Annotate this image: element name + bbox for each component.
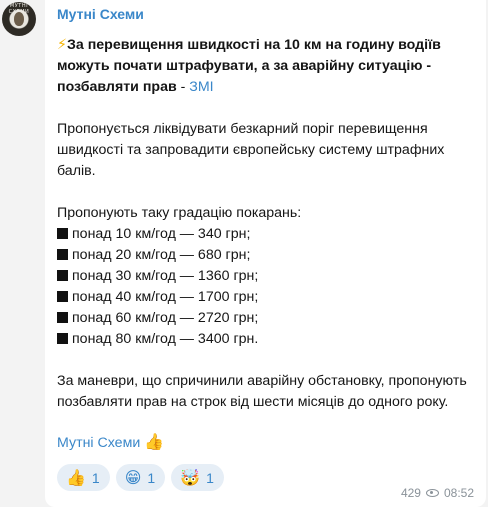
reaction-exploding-head[interactable]: 🤯 1 (171, 464, 224, 491)
thumbs-up-icon: 👍 (66, 468, 86, 487)
reaction-count: 1 (147, 469, 156, 486)
signature: Мутні Схеми 👍 (57, 431, 474, 454)
signature-link[interactable]: Мутні Схеми (57, 435, 140, 451)
black-square-icon (57, 333, 68, 344)
black-square-icon (57, 270, 68, 281)
grinning-face-icon: 😁 (124, 468, 142, 487)
list-item: понад 40 км/год — 1700 грн; (57, 287, 474, 308)
message-meta: 429 08:52 (401, 486, 474, 500)
thumbs-up-icon: 👍 (144, 432, 165, 451)
reaction-count: 1 (206, 469, 214, 486)
message-bubble: Мутні Схеми ⚡За перевищення швидкості на… (45, 0, 486, 507)
reaction-thumbs-up[interactable]: 👍 1 (57, 464, 110, 491)
black-square-icon (57, 249, 68, 260)
view-count: 429 (400, 486, 421, 500)
list-item: понад 20 км/год — 680 грн; (57, 245, 474, 266)
message-time: 08:52 (443, 486, 474, 500)
message-text: ⚡За перевищення швидкості на 10 км на го… (57, 35, 474, 413)
list-item: понад 10 км/год — 340 грн; (57, 224, 474, 245)
black-square-icon (57, 291, 68, 302)
list-intro: Пропонують таку градацію покарань: (57, 205, 302, 221)
channel-avatar[interactable]: МУТНІ СХЕМИ (2, 2, 36, 36)
source-link[interactable]: ЗМІ (189, 79, 213, 95)
list-item: понад 60 км/год — 2720 грн; (57, 308, 474, 329)
list-item: понад 30 км/год — 1360 грн; (57, 266, 474, 287)
eye-icon (425, 489, 439, 497)
lightning-icon: ⚡ (57, 37, 67, 53)
headline: ⚡За перевищення швидкості на 10 км на го… (57, 35, 474, 98)
headline-separator: - (176, 79, 190, 95)
black-square-icon (57, 228, 68, 239)
headline-text: За перевищення швидкості на 10 км на год… (57, 37, 441, 95)
avatar-portrait (14, 12, 24, 26)
paragraph-1: Пропонується ліквідувати безкарний поріг… (57, 121, 445, 179)
exploding-head-icon: 🤯 (180, 468, 201, 487)
channel-name[interactable]: Мутні Схеми (57, 6, 474, 22)
penalty-list: понад 10 км/год — 340 грн; понад 20 км/г… (57, 224, 474, 350)
reaction-count: 1 (91, 469, 100, 486)
list-item: понад 80 км/год — 3400 грн. (57, 329, 474, 350)
reaction-grin[interactable]: 😁 1 (115, 464, 166, 491)
black-square-icon (57, 312, 68, 323)
paragraph-2: За маневри, що спричинили аварійну обста… (57, 373, 467, 410)
